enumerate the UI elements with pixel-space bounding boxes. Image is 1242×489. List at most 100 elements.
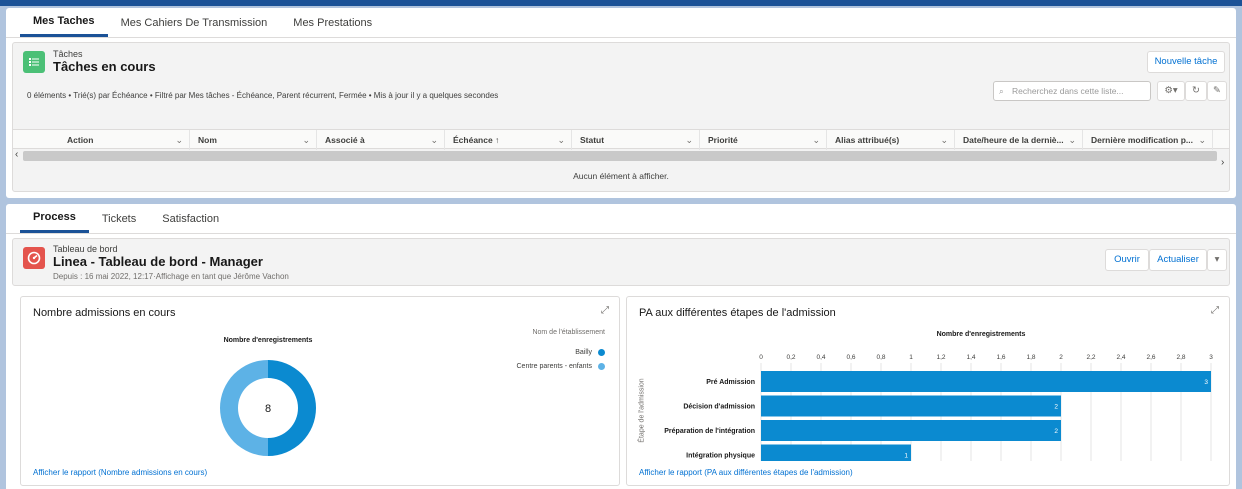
bar-data-label: 1 (904, 453, 908, 460)
report-link[interactable]: Afficher le rapport (Nombre admissions e… (33, 468, 207, 477)
x-tick-label: 2,2 (1086, 354, 1095, 361)
column-label: Date/heure de la derniè... (963, 135, 1064, 145)
scroll-right-icon[interactable]: › (1221, 157, 1224, 168)
pencil-icon: ✎ (1213, 85, 1221, 96)
column-label: Associé à (325, 135, 365, 145)
bar-chart: 0 0,2 0,4 0,6 0,8 1 1,2 1,4 1,6 1,8 2 2,2 2,4 2,6 2,8 3… (664, 354, 1213, 462)
settings-dropdown-button[interactable]: ⚙▾ (1157, 81, 1185, 101)
column-header-nom[interactable]: Nom ⌄ (190, 130, 317, 150)
tab-mes-taches[interactable]: Mes Taches (20, 8, 108, 37)
gear-icon: ⚙▾ (1164, 85, 1178, 96)
column-label: Action (67, 135, 94, 145)
table-header: Action ⌄ Nom ⌄ Associé à ⌄ Échéance ↑ ⌄ Stat… (13, 129, 1229, 150)
bar-data-label: 2 (1054, 404, 1058, 411)
chart-title: Nombre d'enregistrements (223, 337, 313, 344)
more-actions-button[interactable]: ▾ (1207, 249, 1227, 271)
chevron-down-icon[interactable]: ⌄ (175, 130, 183, 150)
object-label: Tâches (53, 49, 83, 59)
tab-satisfaction[interactable]: Satisfaction (149, 204, 232, 233)
chevron-down-icon[interactable]: ⌄ (1198, 130, 1206, 150)
bar[interactable] (761, 444, 911, 462)
dashboard-meta: Depuis : 16 mai 2022, 12:17·Affichage en… (53, 272, 289, 281)
dashboard-title: Linea - Tableau de bord - Manager (53, 254, 263, 269)
empty-message: Aucun élément à afficher. (573, 171, 669, 181)
tab-mes-cahiers[interactable]: Mes Cahiers De Transmission (108, 8, 281, 37)
chevron-down-icon[interactable]: ⌄ (557, 130, 565, 150)
x-tick-label: 1,6 (996, 354, 1005, 361)
dashboard-panel: Process Tickets Satisfaction Tableau de … (6, 204, 1236, 489)
report-link[interactable]: Afficher le rapport (PA aux différentes … (639, 468, 853, 477)
column-header-statut[interactable]: Statut ⌄ (572, 130, 700, 150)
scroll-left-icon[interactable]: ‹ (15, 149, 18, 160)
column-header-associe[interactable]: Associé à ⌄ (317, 130, 445, 150)
widget-title: PA aux différentes étapes de l'admission (639, 307, 836, 319)
bar[interactable] (761, 420, 1061, 441)
chevron-down-icon[interactable]: ⌄ (1068, 130, 1076, 150)
x-tick-label: 2 (1059, 354, 1063, 361)
open-button[interactable]: Ouvrir (1105, 249, 1149, 271)
column-label: Statut (580, 135, 605, 145)
object-label: Tableau de bord (53, 244, 118, 254)
list-title: Tâches en cours (53, 59, 156, 74)
column-header-action[interactable]: Action ⌄ (13, 130, 190, 150)
tab-tickets[interactable]: Tickets (89, 204, 149, 233)
column-header-alias[interactable]: Alias attribué(s) ⌄ (827, 130, 955, 150)
chevron-down-icon[interactable]: ⌄ (685, 130, 693, 150)
donut-legend: Bailly Centre parents - enfants (441, 345, 605, 373)
x-tick-label: 1,8 (1026, 354, 1035, 361)
x-tick-label: 0 (759, 354, 763, 361)
widget-title: Nombre admissions en cours (33, 307, 176, 319)
y-category-label: Pré Admission (706, 379, 755, 386)
x-tick-label: 0,8 (876, 354, 885, 361)
list-search-input[interactable]: ⌕ Recherchez dans cette liste... (993, 81, 1151, 101)
donut-slice[interactable] (268, 360, 316, 456)
bar-data-label: 2 (1054, 428, 1058, 435)
chevron-down-icon[interactable]: ⌄ (812, 130, 820, 150)
bar[interactable] (761, 395, 1061, 417)
column-header-date[interactable]: Date/heure de la derniè... ⌄ (955, 130, 1083, 150)
x-tick-label: 0,6 (846, 354, 855, 361)
column-header-priorite[interactable]: Priorité ⌄ (700, 130, 827, 150)
column-label: Alias attribué(s) (835, 135, 900, 145)
task-list-icon (23, 51, 45, 73)
top-border (0, 0, 1242, 6)
legend-title: Nom de l'établissement (532, 329, 605, 336)
donut-slice[interactable] (220, 360, 268, 456)
edit-button[interactable]: ✎ (1207, 81, 1227, 101)
column-header-modification[interactable]: Dernière modification p... ⌄ (1083, 130, 1213, 150)
x-tick-label: 2,6 (1146, 354, 1155, 361)
new-task-button[interactable]: Nouvelle tâche (1147, 51, 1225, 73)
horizontal-scrollbar[interactable] (23, 151, 1217, 161)
legend-item: Bailly (441, 345, 605, 359)
chevron-down-icon[interactable]: ⌄ (302, 130, 310, 150)
column-header-echeance[interactable]: Échéance ↑ ⌄ (445, 130, 572, 150)
donut-chart: 8 (220, 360, 316, 456)
chevron-down-icon[interactable]: ⌄ (430, 130, 438, 150)
refresh-icon: ↻ (1192, 85, 1200, 96)
y-category-label: Intégration physique (686, 453, 755, 460)
legend-swatch (598, 362, 605, 370)
list-meta: 0 éléments • Trié(s) par Échéance • Filt… (27, 91, 499, 100)
column-label: Priorité (708, 135, 738, 145)
tab-mes-prestations[interactable]: Mes Prestations (280, 8, 385, 37)
chevron-down-icon[interactable]: ⌄ (940, 130, 948, 150)
bottom-tab-bar: Process Tickets Satisfaction (6, 204, 1236, 234)
search-icon: ⌕ (999, 86, 1004, 96)
search-placeholder: Recherchez dans cette liste... (1012, 86, 1124, 96)
chart-title: Nombre d'enregistrements (936, 331, 1026, 338)
expand-icon[interactable]: ⤢ (601, 305, 609, 316)
x-tick-label: 1,2 (936, 354, 945, 361)
expand-icon[interactable]: ⤢ (1211, 305, 1219, 316)
x-tick-label: 3 (1209, 354, 1213, 361)
dashboard-gauge-icon (23, 247, 45, 269)
x-tick-label: 0,4 (816, 354, 825, 361)
tasks-list-card: Tâches Tâches en cours Nouvelle tâche 0 … (12, 42, 1230, 192)
tab-process[interactable]: Process (20, 204, 89, 233)
column-label: Nom (198, 135, 217, 145)
bar[interactable] (761, 371, 1211, 392)
column-label: Échéance ↑ (453, 135, 500, 145)
legend-item: Centre parents - enfants (441, 359, 605, 373)
refresh-button[interactable]: ↻ (1185, 81, 1207, 101)
legend-label: Bailly (575, 348, 592, 356)
refresh-dashboard-button[interactable]: Actualiser (1149, 249, 1207, 271)
